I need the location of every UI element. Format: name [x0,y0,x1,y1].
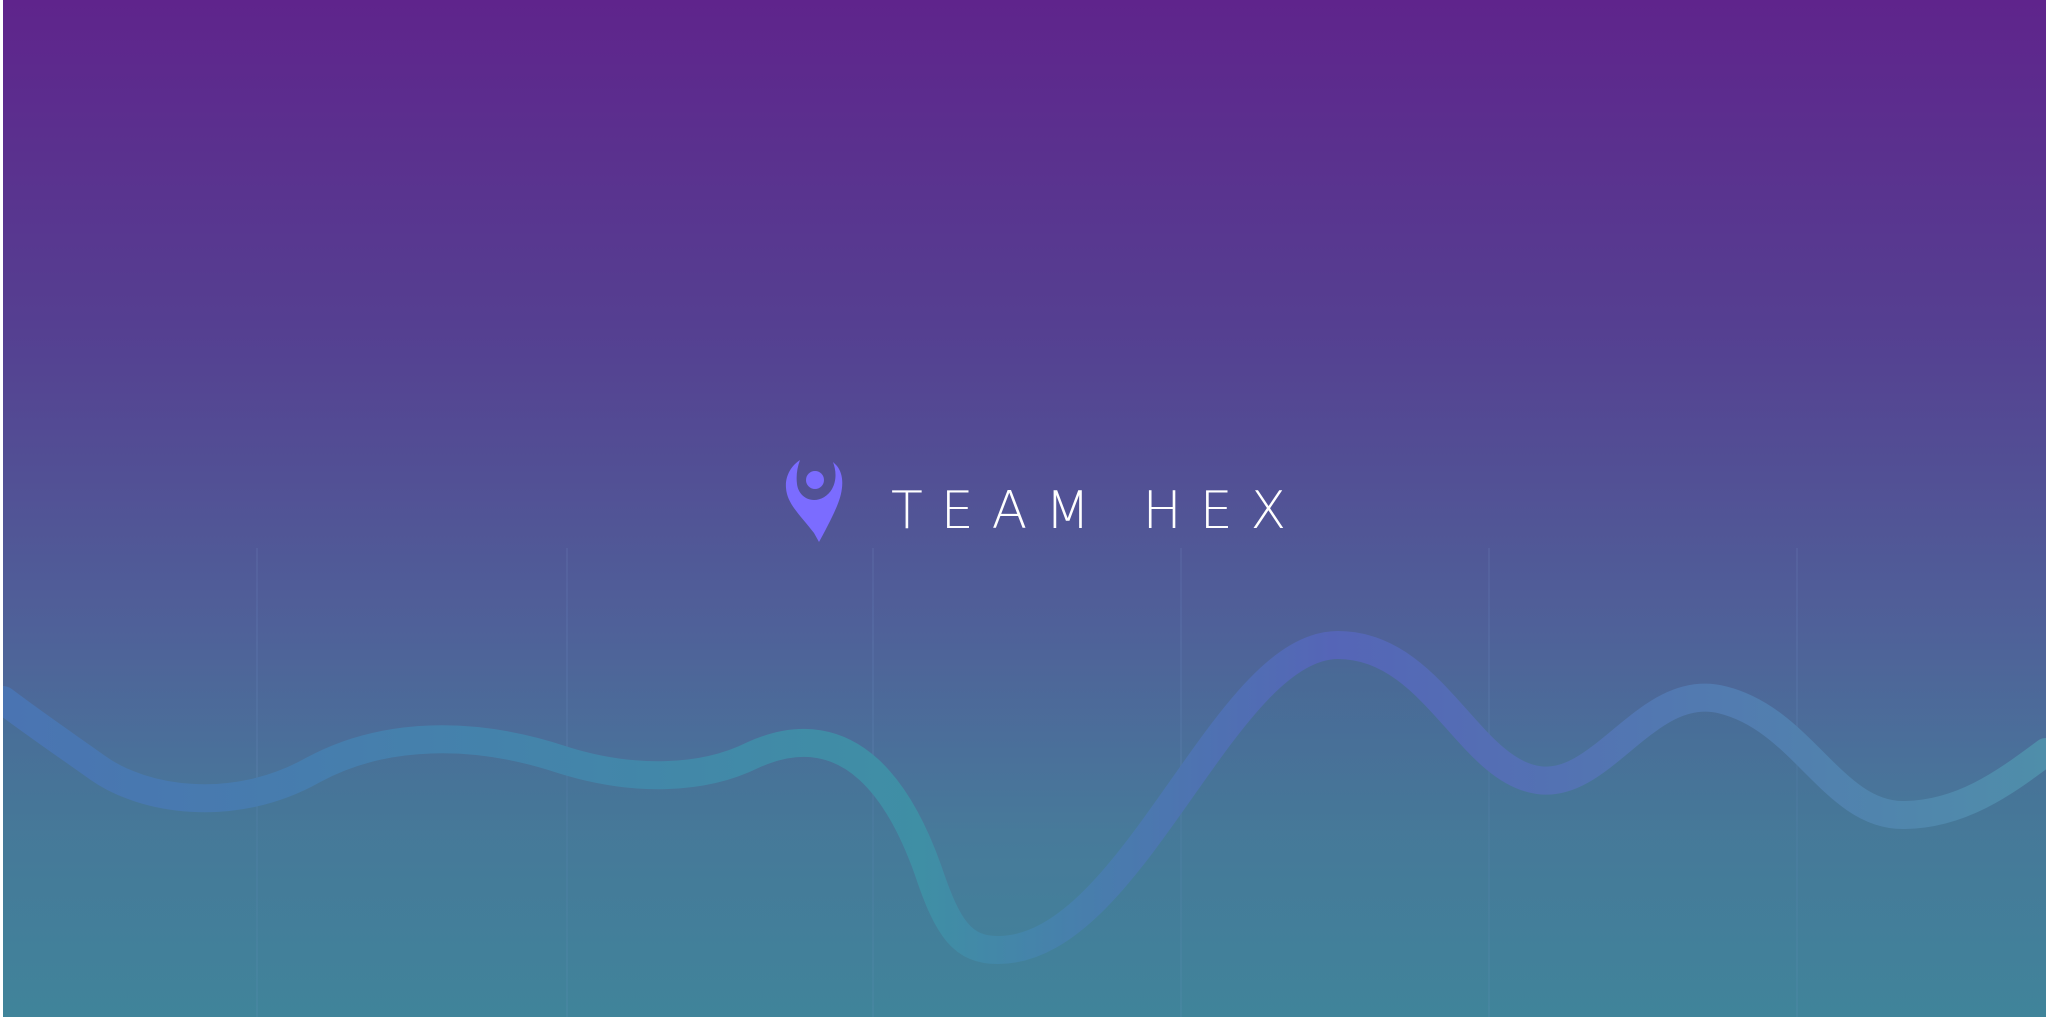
team-hex-logo-icon [785,460,843,542]
brand-name: TEAM HEX [891,481,1305,541]
hero-banner: TEAM HEX [3,0,2046,1017]
landing-page: TEAM HEX [0,0,2048,1020]
brand-lockup: TEAM HEX [783,458,1304,554]
